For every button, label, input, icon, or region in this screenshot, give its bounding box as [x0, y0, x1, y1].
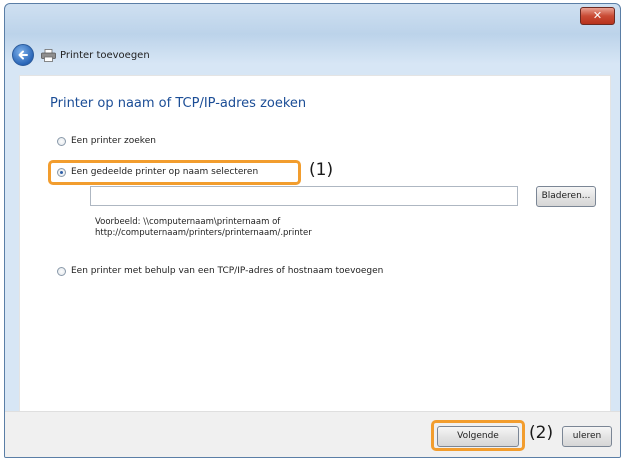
close-button[interactable]: ✕ [580, 7, 615, 25]
option-find-printer[interactable]: Een printer zoeken [57, 136, 156, 146]
back-button[interactable] [12, 44, 34, 66]
wizard-footer: Volgende (2) uleren [5, 411, 620, 457]
back-arrow-icon [18, 50, 28, 60]
option-label: Een printer zoeken [71, 136, 156, 146]
page-heading: Printer op naam of TCP/IP-adres zoeken [50, 96, 307, 111]
browse-button[interactable]: Bladeren... [536, 186, 596, 207]
example-line-2: http://computernaam/printers/printernaam… [95, 228, 312, 238]
example-text: Voorbeeld: \\computernaam\printernaam of… [95, 217, 312, 239]
radio-find-printer[interactable] [57, 136, 66, 146]
close-icon: ✕ [592, 9, 603, 22]
radio-shared-printer[interactable] [57, 167, 66, 177]
option-shared-printer-by-name[interactable]: Een gedeelde printer op naam selecteren [57, 167, 258, 177]
add-printer-dialog: ✕ Printer toevoegen Printer op naam of T… [4, 3, 621, 458]
window-title: Printer toevoegen [60, 50, 150, 61]
option-tcpip-address[interactable]: Een printer met behulp van een TCP/IP-ad… [57, 266, 383, 276]
callout-1: (1) [309, 160, 334, 180]
radio-tcpip-address[interactable] [57, 266, 66, 276]
next-button[interactable]: Volgende [437, 426, 519, 447]
printer-icon [41, 49, 56, 62]
callout-2: (2) [529, 423, 554, 443]
printer-name-input[interactable] [90, 186, 518, 206]
wizard-content: Printer op naam of TCP/IP-adres zoeken E… [19, 75, 611, 414]
cancel-button[interactable]: uleren [562, 426, 612, 447]
option-label: Een gedeelde printer op naam selecteren [71, 167, 259, 177]
example-line-1: Voorbeeld: \\computernaam\printernaam of [95, 217, 281, 227]
option-label: Een printer met behulp van een TCP/IP-ad… [71, 266, 384, 276]
